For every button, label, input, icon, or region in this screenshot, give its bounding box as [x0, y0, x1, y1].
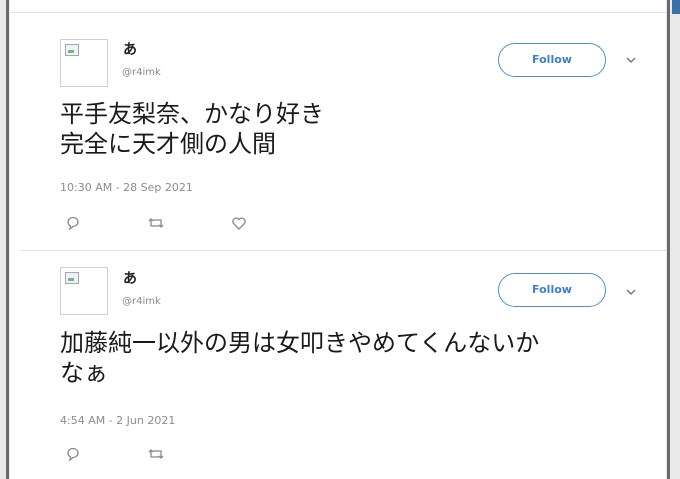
- follow-button[interactable]: Follow: [498, 43, 606, 77]
- reply-icon[interactable]: [65, 215, 81, 231]
- window-corner-accent: [672, 0, 680, 14]
- timeline-panel: あ @r4imk Follow 平手友梨奈、かなり好き 完全に天才側の人間 10…: [10, 0, 666, 479]
- display-name[interactable]: あ: [123, 268, 137, 288]
- avatar[interactable]: [60, 267, 108, 315]
- screenshot-frame: あ @r4imk Follow 平手友梨奈、かなり好き 完全に天才側の人間 10…: [0, 0, 680, 479]
- tweet-text: 加藤純一以外の男は女叩きやめてくんないか なぁ: [60, 328, 650, 388]
- tweet-text: 平手友梨奈、かなり好き 完全に天才側の人間: [60, 99, 650, 159]
- tweet-card: あ @r4imk Follow 平手友梨奈、かなり好き 完全に天才側の人間 10…: [10, 13, 666, 250]
- window-right-border: [667, 0, 670, 479]
- tweet-text-line: なぁ: [60, 359, 108, 387]
- tweet-text-line: 平手友梨奈、かなり好き: [60, 100, 324, 128]
- tweet-text-line: 加藤純一以外の男は女叩きやめてくんないか: [60, 329, 540, 357]
- tweet-text-line: 完全に天才側の人間: [60, 130, 276, 158]
- chevron-down-icon[interactable]: [626, 55, 636, 65]
- chevron-down-icon[interactable]: [626, 287, 636, 297]
- user-handle[interactable]: @r4imk: [122, 296, 161, 307]
- window-left-border: [6, 0, 9, 479]
- tweet-timestamp[interactable]: 4:54 AM - 2 Jun 2021: [60, 414, 175, 427]
- tweet-card: あ @r4imk Follow 加藤純一以外の男は女叩きやめてくんないか なぁ …: [10, 251, 666, 479]
- display-name[interactable]: あ: [123, 39, 137, 59]
- retweet-icon[interactable]: [148, 215, 164, 231]
- user-handle[interactable]: @r4imk: [122, 67, 161, 78]
- retweet-icon[interactable]: [148, 446, 164, 462]
- tweet-timestamp[interactable]: 10:30 AM - 28 Sep 2021: [60, 181, 193, 194]
- broken-image-icon: [65, 272, 79, 284]
- broken-image-icon: [65, 44, 79, 56]
- like-icon[interactable]: [231, 215, 247, 231]
- avatar[interactable]: [60, 39, 108, 87]
- follow-button[interactable]: Follow: [498, 273, 606, 307]
- previous-tweet-edge: [10, 0, 666, 13]
- reply-icon[interactable]: [65, 446, 81, 462]
